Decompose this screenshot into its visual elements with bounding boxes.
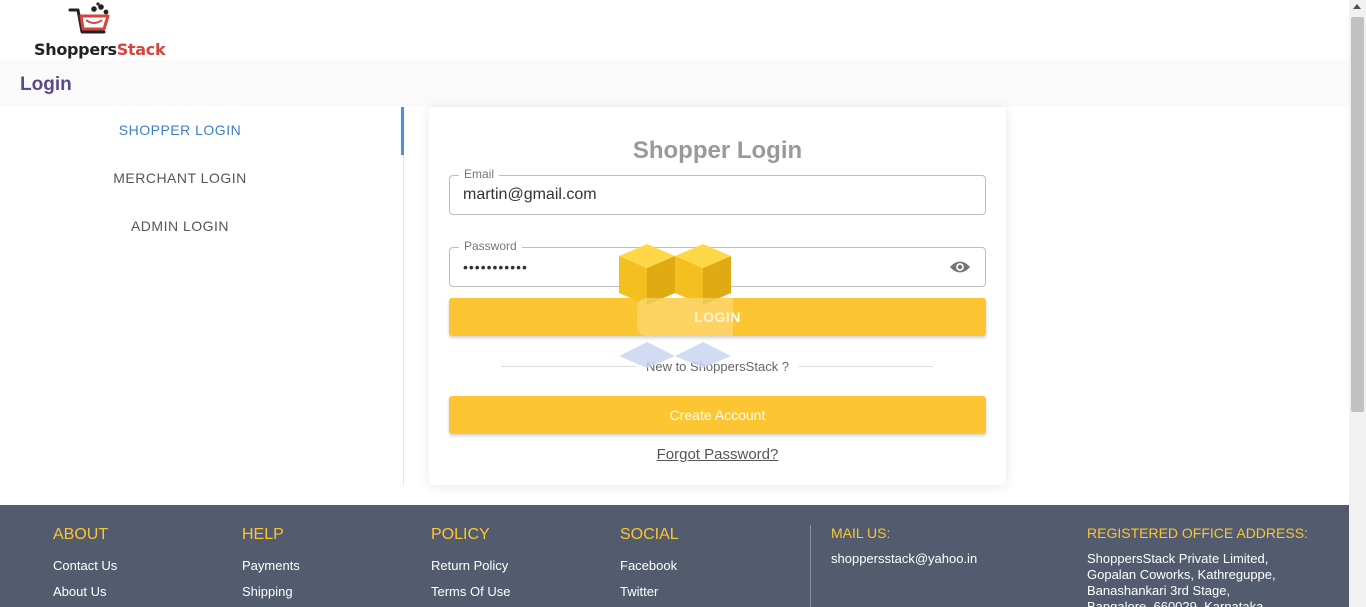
create-account-button[interactable]: Create Account (449, 396, 986, 434)
page-title: Login (20, 74, 72, 95)
eye-icon[interactable] (949, 259, 971, 275)
sidebar-item-admin-login[interactable]: ADMIN LOGIN (0, 218, 360, 234)
active-tab-indicator (401, 107, 404, 155)
footer-about-heading: ABOUT (53, 526, 109, 543)
footer-link-facebook[interactable]: Facebook (620, 558, 677, 573)
logo[interactable]: ShoppersStack (34, 2, 166, 60)
footer-link-payments[interactable]: Payments (242, 558, 300, 573)
footer-office-address: ShoppersStack Private Limited, Gopalan C… (1087, 551, 1276, 607)
footer-policy-heading: POLICY (431, 526, 490, 543)
footer-separator (810, 525, 811, 607)
email-label: Email (459, 167, 500, 181)
sidebar-item-shopper-login[interactable]: SHOPPER LOGIN (0, 122, 360, 138)
cube-loader-icon (619, 244, 733, 368)
shopping-cart-icon (68, 2, 110, 34)
login-type-sidebar: SHOPPER LOGIN MERCHANT LOGIN ADMIN LOGIN (0, 107, 404, 485)
footer-link-return-policy[interactable]: Return Policy (431, 558, 508, 573)
vertical-scrollbar[interactable] (1349, 0, 1366, 607)
address-line: Bangalore, 660029, Karnataka (1087, 599, 1264, 607)
scroll-thumb[interactable] (1351, 17, 1364, 412)
footer-mail-heading: MAIL US: (831, 525, 891, 541)
sidebar-item-merchant-login[interactable]: MERCHANT LOGIN (0, 170, 360, 186)
footer-link-contact-us[interactable]: Contact Us (53, 558, 117, 573)
footer-help-heading: HELP (242, 526, 284, 543)
footer-mail-email[interactable]: shoppersstack@yahoo.in (831, 551, 977, 566)
email-input[interactable]: martin@gmail.com (463, 186, 597, 204)
footer-social-heading: SOCIAL (620, 526, 679, 543)
scroll-up-arrow-icon[interactable] (1353, 4, 1361, 9)
footer-link-shipping[interactable]: Shipping (242, 584, 293, 599)
login-form-title: Shopper Login (632, 137, 803, 164)
password-input[interactable]: ••••••••••• (463, 259, 528, 275)
email-field[interactable]: Email martin@gmail.com (449, 167, 986, 215)
footer-link-terms-of-use[interactable]: Terms Of Use (431, 584, 510, 599)
footer-office-heading: REGISTERED OFFICE ADDRESS: (1087, 525, 1308, 541)
footer-link-about-us[interactable]: About Us (53, 584, 106, 599)
footer: ABOUT Contact Us About Us HELP Payments … (0, 505, 1349, 607)
forgot-password-link[interactable]: Forgot Password? (429, 446, 1006, 463)
brand-name-part1: Shoppers (34, 40, 117, 59)
brand-name-part2: Stack (116, 40, 166, 59)
address-line: ShoppersStack Private Limited, (1087, 551, 1269, 566)
address-line: Banashankari 3rd Stage, (1087, 583, 1231, 598)
title-bar: Login (0, 60, 1349, 107)
top-bar: ShoppersStack (0, 0, 1349, 60)
address-line: Gopalan Coworks, Kathreguppe, (1087, 567, 1276, 582)
password-label: Password (459, 239, 522, 253)
brand-name: ShoppersStack (34, 40, 166, 59)
footer-link-twitter[interactable]: Twitter (620, 584, 658, 599)
